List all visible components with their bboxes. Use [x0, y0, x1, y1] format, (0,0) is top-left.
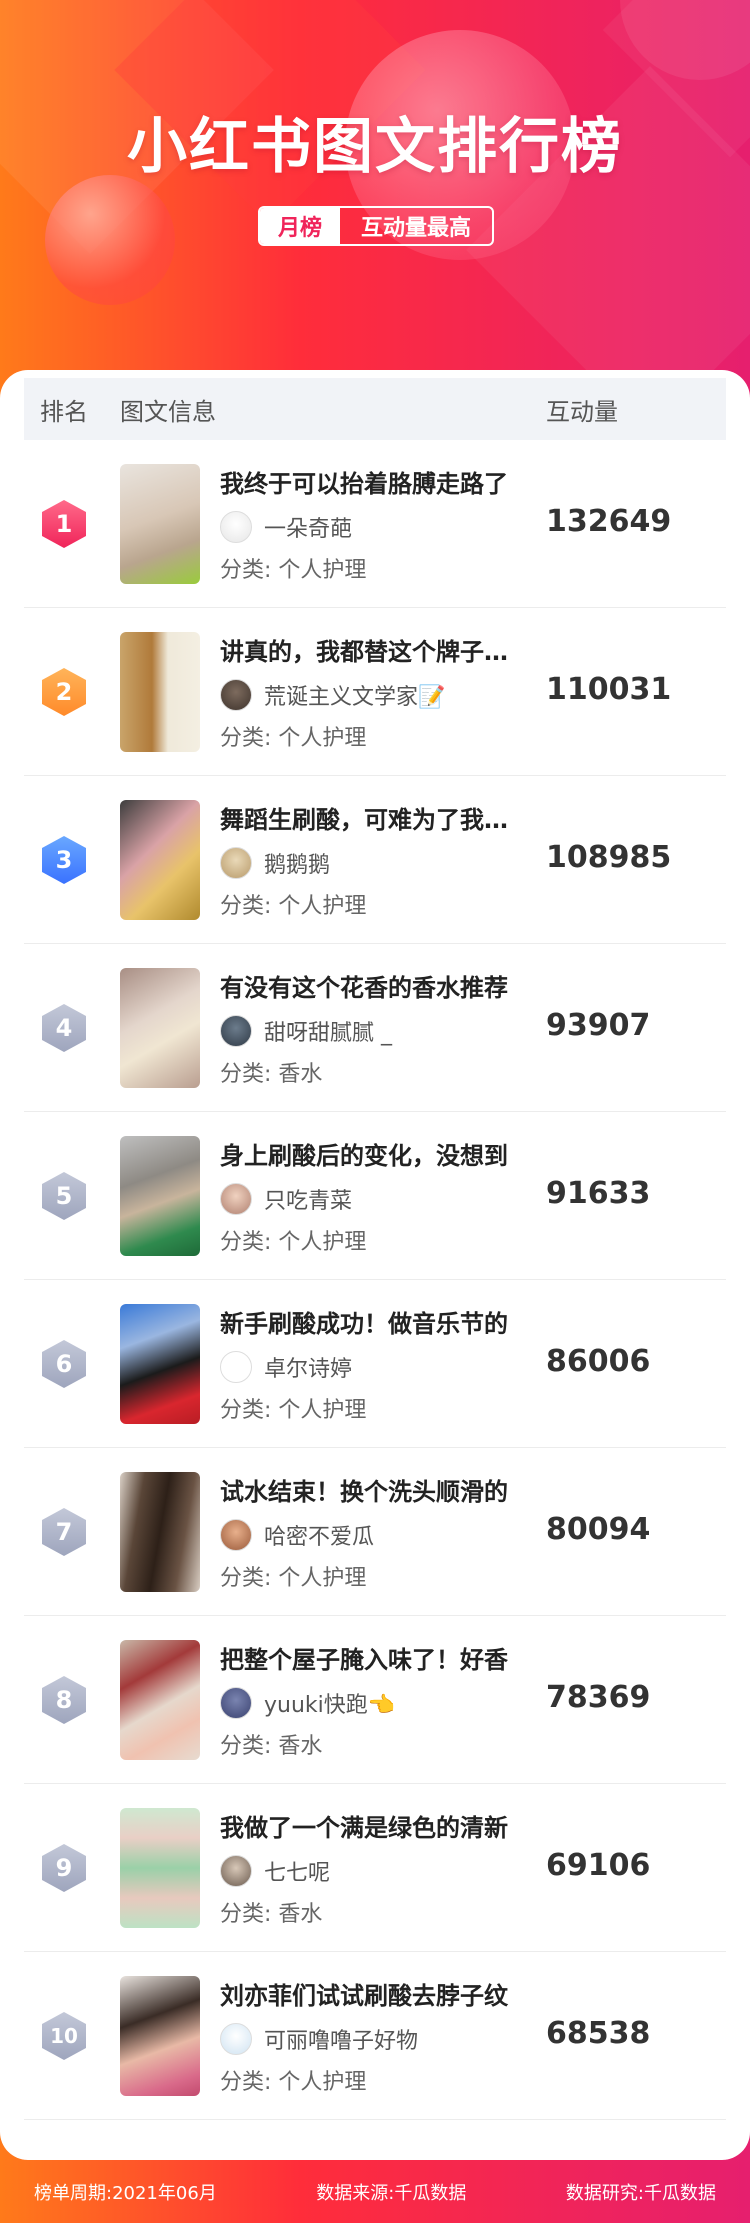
post-title[interactable]: 讲真的，我都替这个牌子着急 — [220, 636, 520, 668]
rank-badge: 1 — [42, 500, 86, 548]
table-row[interactable]: 9 我做了一个满是绿色的清新 七七呢 分类: 香水 69106 — [24, 1784, 726, 1952]
post-title[interactable]: 刘亦菲们试试刷酸去脖子纹 — [220, 1980, 520, 2012]
post-category: 分类: 个人护理 — [220, 1566, 367, 1591]
avatar — [220, 1351, 252, 1383]
post-thumbnail[interactable] — [120, 1976, 200, 2096]
post-category: 分类: 香水 — [220, 1734, 323, 1759]
post-thumbnail[interactable] — [120, 632, 200, 752]
table-header: 排名 图文信息 互动量 — [24, 378, 726, 440]
author-name[interactable]: 只吃青菜 — [264, 1183, 352, 1215]
post-title[interactable]: 身上刷酸后的变化，没想到 — [220, 1140, 520, 1172]
decor-ball — [45, 175, 175, 305]
rank-badge: 4 — [42, 1004, 86, 1052]
post-category: 分类: 香水 — [220, 1062, 323, 1087]
post-category: 分类: 个人护理 — [220, 1230, 367, 1255]
post-title[interactable]: 有没有这个花香的香水推荐 — [220, 972, 520, 1004]
post-thumbnail[interactable] — [120, 1304, 200, 1424]
avatar — [220, 1183, 252, 1215]
interaction-count: 108985 — [546, 840, 672, 875]
table-row[interactable]: 10 刘亦菲们试试刷酸去脖子纹 可丽噜噜子好物 分类: 个人护理 68538 — [24, 1952, 726, 2120]
post-title[interactable]: 新手刷酸成功！做音乐节的 — [220, 1308, 520, 1340]
post-title[interactable]: 我做了一个满是绿色的清新 — [220, 1812, 520, 1844]
rank-badge: 5 — [42, 1172, 86, 1220]
post-thumbnail[interactable] — [120, 1472, 200, 1592]
interaction-count: 69106 — [546, 1848, 651, 1883]
column-header-count: 互动量 — [546, 397, 618, 426]
rank-badge: 6 — [42, 1340, 86, 1388]
footer-source: 数据来源:千瓜数据 — [316, 2182, 467, 2204]
author-name[interactable]: 可丽噜噜子好物 — [264, 2023, 418, 2055]
post-category: 分类: 个人护理 — [220, 558, 367, 583]
author-name[interactable]: 卓尔诗婷 — [264, 1351, 352, 1383]
author-name[interactable]: 一朵奇葩 — [264, 511, 352, 543]
decor-ball — [620, 0, 750, 80]
table-row[interactable]: 1 我终于可以抬着胳膊走路了 一朵奇葩 分类: 个人护理 132649 — [24, 440, 726, 608]
rank-badge: 9 — [42, 1844, 86, 1892]
avatar — [220, 679, 252, 711]
rank-badge: 2 — [42, 668, 86, 716]
ranking-card: 排名 图文信息 互动量 1 我终于可以抬着胳膊走路了 一朵奇葩 分类: 个人护理… — [0, 370, 750, 2160]
interaction-count: 68538 — [546, 2016, 651, 2051]
page-title: 小红书图文排行榜 — [127, 112, 623, 182]
post-category: 分类: 个人护理 — [220, 1398, 367, 1423]
tag-metric: 互动量最高 — [360, 216, 471, 241]
interaction-count: 78369 — [546, 1680, 651, 1715]
ranking-list: 1 我终于可以抬着胳膊走路了 一朵奇葩 分类: 个人护理 132649 2 讲真… — [24, 440, 726, 2120]
avatar — [220, 1015, 252, 1047]
post-category: 分类: 个人护理 — [220, 726, 367, 751]
post-thumbnail[interactable] — [120, 800, 200, 920]
interaction-count: 86006 — [546, 1344, 651, 1379]
rank-badge: 10 — [42, 2012, 86, 2060]
post-category: 分类: 个人护理 — [220, 2070, 367, 2095]
footer: 榜单周期:2021年06月 数据来源:千瓜数据 数据研究:千瓜数据 — [0, 2160, 750, 2223]
table-row[interactable]: 3 舞蹈生刷酸，可难为了我们这些 鹅鹅鹅 分类: 个人护理 108985 — [24, 776, 726, 944]
header-banner: 小红书图文排行榜 月榜 互动量最高 — [0, 0, 750, 400]
tag-period: 月榜 — [260, 208, 340, 244]
post-category: 分类: 个人护理 — [220, 894, 367, 919]
avatar — [220, 2023, 252, 2055]
interaction-count: 80094 — [546, 1512, 651, 1547]
interaction-count: 91633 — [546, 1176, 651, 1211]
ranking-type-tag: 月榜 互动量最高 — [258, 206, 494, 246]
post-title[interactable]: 试水结束！换个洗头顺滑的 — [220, 1476, 520, 1508]
avatar — [220, 847, 252, 879]
rank-badge: 3 — [42, 836, 86, 884]
post-title[interactable]: 我终于可以抬着胳膊走路了 — [220, 468, 520, 500]
author-name[interactable]: 荒诞主义文学家📝 — [264, 679, 445, 711]
post-thumbnail[interactable] — [120, 1808, 200, 1928]
footer-period: 榜单周期:2021年06月 — [34, 2182, 217, 2204]
post-thumbnail[interactable] — [120, 464, 200, 584]
interaction-count: 110031 — [546, 672, 672, 707]
table-row[interactable]: 7 试水结束！换个洗头顺滑的 哈密不爱瓜 分类: 个人护理 80094 — [24, 1448, 726, 1616]
post-thumbnail[interactable] — [120, 1640, 200, 1760]
author-name[interactable]: 甜呀甜腻腻 _ — [264, 1015, 392, 1047]
interaction-count: 93907 — [546, 1008, 651, 1043]
post-category: 分类: 香水 — [220, 1902, 323, 1927]
author-name[interactable]: yuuki快跑👈 — [264, 1687, 395, 1719]
rank-badge: 7 — [42, 1508, 86, 1556]
footer-research: 数据研究:千瓜数据 — [565, 2182, 716, 2204]
avatar — [220, 1855, 252, 1887]
column-header-rank: 排名 — [40, 397, 88, 426]
table-row[interactable]: 8 把整个屋子腌入味了！好香 yuuki快跑👈 分类: 香水 78369 — [24, 1616, 726, 1784]
author-name[interactable]: 七七呢 — [264, 1855, 330, 1887]
table-row[interactable]: 4 有没有这个花香的香水推荐 甜呀甜腻腻 _ 分类: 香水 93907 — [24, 944, 726, 1112]
post-thumbnail[interactable] — [120, 968, 200, 1088]
column-header-info: 图文信息 — [120, 397, 216, 426]
table-row[interactable]: 2 讲真的，我都替这个牌子着急 荒诞主义文学家📝 分类: 个人护理 110031 — [24, 608, 726, 776]
author-name[interactable]: 鹅鹅鹅 — [264, 847, 330, 879]
avatar — [220, 511, 252, 543]
post-title[interactable]: 舞蹈生刷酸，可难为了我们这些 — [220, 804, 520, 836]
rank-badge: 8 — [42, 1676, 86, 1724]
table-row[interactable]: 6 新手刷酸成功！做音乐节的 卓尔诗婷 分类: 个人护理 86006 — [24, 1280, 726, 1448]
avatar — [220, 1687, 252, 1719]
avatar — [220, 1519, 252, 1551]
post-title[interactable]: 把整个屋子腌入味了！好香 — [220, 1644, 520, 1676]
interaction-count: 132649 — [546, 504, 672, 539]
post-thumbnail[interactable] — [120, 1136, 200, 1256]
table-row[interactable]: 5 身上刷酸后的变化，没想到 只吃青菜 分类: 个人护理 91633 — [24, 1112, 726, 1280]
author-name[interactable]: 哈密不爱瓜 — [264, 1519, 374, 1551]
